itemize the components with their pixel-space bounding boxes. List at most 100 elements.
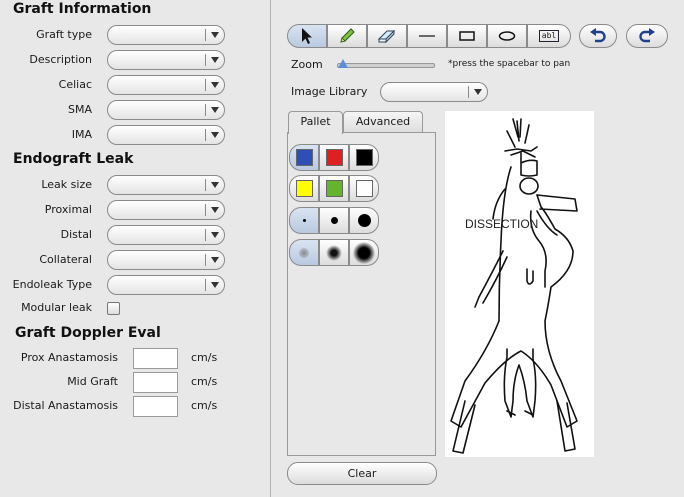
rectangle-tool-button[interactable]	[447, 24, 487, 48]
image-library-select[interactable]	[380, 82, 488, 102]
chevron-down-icon	[211, 257, 219, 263]
undo-icon	[590, 28, 606, 43]
graft-type-select[interactable]	[107, 25, 225, 45]
chevron-down-icon	[211, 32, 219, 38]
pointer-icon	[302, 28, 312, 44]
graft-doppler-title: Graft Doppler Eval	[15, 325, 161, 341]
tab-advanced[interactable]: Advanced	[343, 111, 423, 133]
zoom-slider[interactable]	[337, 59, 435, 70]
drawing-panel: abl Zoom *press the spacebar to pan Imag…	[270, 0, 684, 497]
zoom-slider-track	[337, 63, 435, 68]
zoom-hint: *press the spacebar to pan	[448, 59, 571, 69]
ima-label: IMA	[71, 128, 92, 141]
proximal-label: Proximal	[44, 203, 92, 216]
soft-brush-medium-button[interactable]	[319, 239, 349, 266]
endoleak-type-label: Endoleak Type	[12, 278, 92, 291]
chevron-down-icon	[211, 82, 219, 88]
sma-label: SMA	[68, 103, 92, 116]
brush-medium-icon	[330, 217, 338, 224]
aorta-diagram: DISSECTION	[450, 118, 578, 454]
pallet-panel	[287, 132, 436, 456]
celiac-select[interactable]	[107, 75, 225, 95]
brush-small-icon	[302, 219, 306, 222]
distal-label: Distal	[60, 228, 92, 241]
pencil-tool-button[interactable]	[327, 24, 367, 48]
drawing-canvas[interactable]: DISSECTION	[445, 111, 594, 457]
soft-brush-medium-icon	[326, 244, 342, 261]
distal-anastamosis-unit: cm/s	[191, 399, 218, 412]
chevron-down-icon	[474, 89, 482, 95]
distal-select[interactable]	[107, 225, 225, 245]
eraser-icon	[377, 29, 396, 44]
color-swatch	[325, 149, 343, 166]
dissection-annotation: DISSECTION	[465, 217, 538, 231]
zoom-label: Zoom	[291, 58, 323, 71]
undo-button[interactable]	[579, 24, 617, 48]
color-swatch	[325, 180, 343, 197]
chevron-down-icon	[211, 132, 219, 138]
mid-graft-input[interactable]	[133, 372, 178, 393]
collateral-label: Collateral	[39, 253, 92, 266]
chevron-down-icon	[211, 182, 219, 188]
soft-brush-large-icon	[353, 241, 375, 264]
leak-size-select[interactable]	[107, 175, 225, 195]
soft-brush-small-icon	[299, 247, 309, 258]
rectangle-icon	[459, 31, 475, 41]
ellipse-icon	[498, 31, 516, 41]
chevron-down-icon	[211, 107, 219, 113]
redo-icon	[639, 28, 655, 43]
graft-information-title: Graft Information	[13, 1, 152, 17]
description-select[interactable]	[107, 50, 225, 70]
graft-type-label: Graft type	[36, 28, 92, 41]
modular-leak-label: Modular leak	[21, 301, 92, 314]
color-yellow-button[interactable]	[289, 175, 319, 202]
color-swatch	[355, 149, 373, 166]
distal-anastamosis-label: Distal Anastamosis	[13, 399, 118, 412]
clear-button[interactable]: Clear	[287, 462, 437, 485]
distal-anastamosis-input[interactable]	[133, 396, 178, 417]
soft-brush-small-button[interactable]	[289, 239, 319, 266]
chevron-down-icon	[211, 232, 219, 238]
brush-large-button[interactable]	[349, 207, 379, 234]
mid-graft-label: Mid Graft	[67, 375, 118, 388]
color-white-button[interactable]	[349, 175, 379, 202]
color-green-button[interactable]	[319, 175, 349, 202]
brush-small-button[interactable]	[289, 207, 319, 234]
prox-anastamosis-unit: cm/s	[191, 351, 218, 364]
prox-anastamosis-label: Prox Anastamosis	[20, 351, 118, 364]
color-black-button[interactable]	[349, 144, 379, 171]
soft-brush-large-button[interactable]	[349, 239, 379, 266]
pointer-tool-button[interactable]	[287, 24, 327, 48]
color-blue-button[interactable]	[289, 144, 319, 171]
pencil-icon	[340, 28, 355, 43]
ima-select[interactable]	[107, 125, 225, 145]
mid-graft-unit: cm/s	[191, 375, 218, 388]
celiac-label: Celiac	[58, 78, 92, 91]
sma-select[interactable]	[107, 100, 225, 120]
endograft-leak-title: Endograft Leak	[13, 151, 134, 167]
eraser-tool-button[interactable]	[367, 24, 407, 48]
image-library-label: Image Library	[291, 85, 368, 98]
endoleak-type-select[interactable]	[107, 275, 225, 295]
line-icon	[419, 35, 435, 37]
proximal-select[interactable]	[107, 200, 225, 220]
line-tool-button[interactable]	[407, 24, 447, 48]
leak-size-label: Leak size	[41, 178, 92, 191]
tab-pallet[interactable]: Pallet	[288, 111, 343, 134]
color-swatch	[355, 180, 373, 197]
color-swatch	[295, 149, 313, 166]
brush-medium-button[interactable]	[319, 207, 349, 234]
color-red-button[interactable]	[319, 144, 349, 171]
text-tool-button[interactable]: abl	[527, 24, 571, 48]
modular-leak-checkbox[interactable]	[107, 302, 120, 315]
color-swatch	[295, 180, 313, 197]
zoom-slider-thumb[interactable]	[338, 59, 348, 68]
ellipse-tool-button[interactable]	[487, 24, 527, 48]
prox-anastamosis-input[interactable]	[133, 348, 178, 369]
collateral-select[interactable]	[107, 250, 225, 270]
chevron-down-icon	[211, 282, 219, 288]
text-field-icon: abl	[538, 30, 560, 42]
brush-large-icon	[357, 214, 371, 227]
chevron-down-icon	[211, 207, 219, 213]
redo-button[interactable]	[626, 24, 668, 48]
